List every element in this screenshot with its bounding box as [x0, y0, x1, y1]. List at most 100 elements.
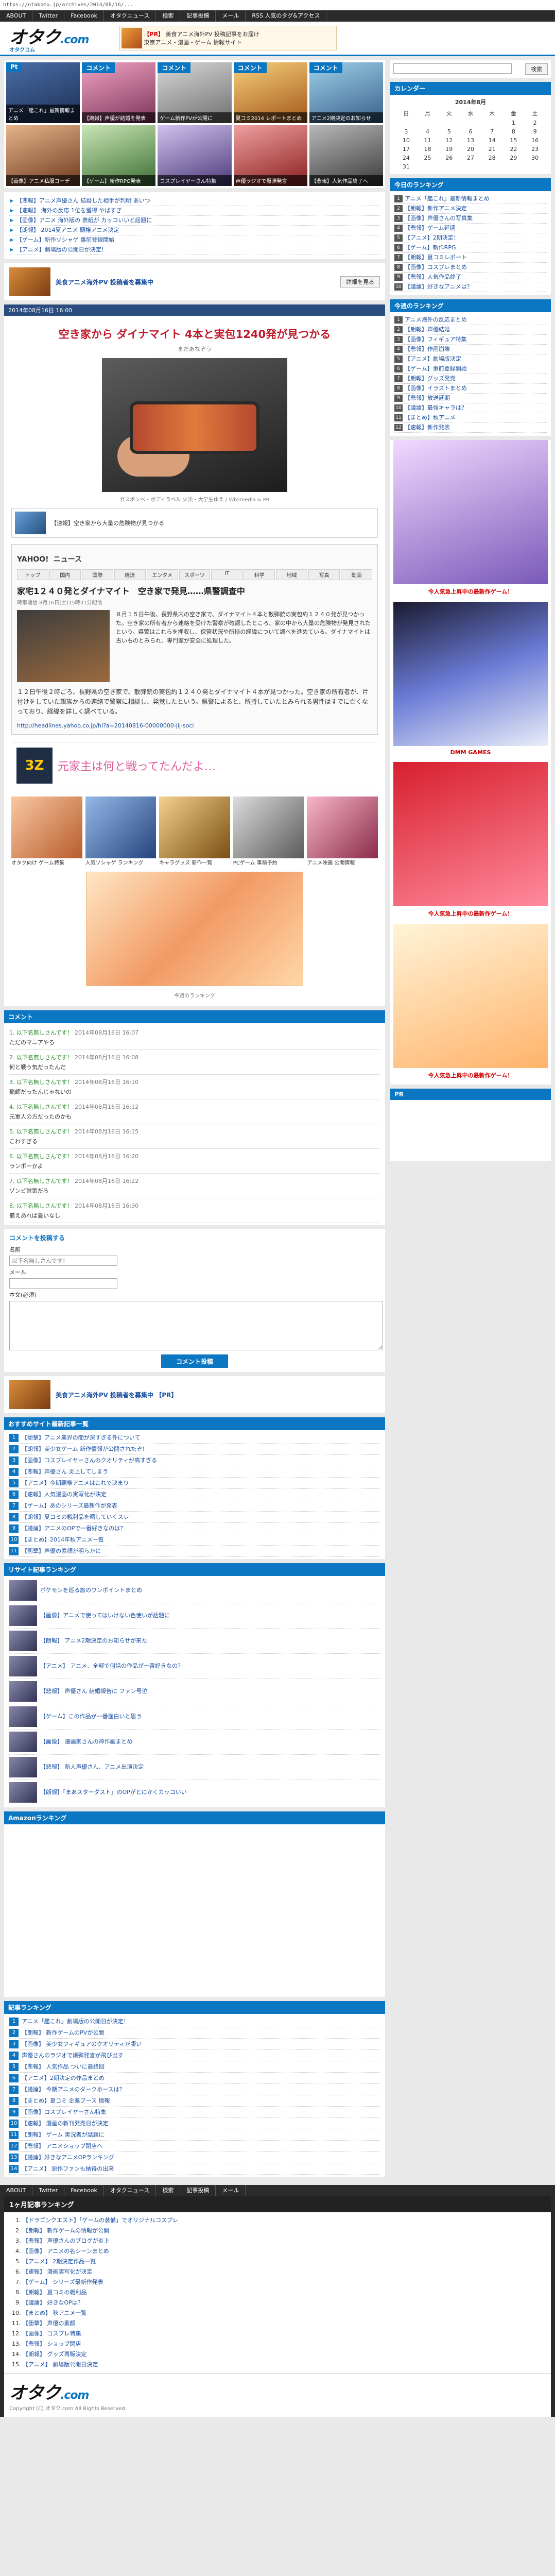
- side-rank-item[interactable]: 9 【悲報】放送延期: [394, 394, 547, 403]
- search-input[interactable]: [393, 63, 512, 74]
- list-item[interactable]: 【悲報】 声優さん 結婚報告に ファン号泣: [9, 1679, 380, 1704]
- side-rank-item[interactable]: 4 【悲報】作画崩壊: [394, 345, 547, 354]
- list-item[interactable]: 2 【朗報】 新作ゲームのPVが公開: [9, 2027, 380, 2039]
- list-item[interactable]: 5 【アニメ】今期覇権アニメはこれで決まり: [9, 1478, 380, 1489]
- list-item[interactable]: 【悲報】 ショップ閉店: [23, 2339, 546, 2349]
- side-rank-item[interactable]: 3 【画像】フィギュア特集: [394, 335, 547, 345]
- promo-link[interactable]: 美食アニメ海外PV 投稿者を募集中: [56, 278, 153, 286]
- list-item[interactable]: 【ゲーム】この作品が一番面白いと思う: [9, 1704, 380, 1730]
- list-item[interactable]: 【衝撃】 声優の素顔: [23, 2318, 546, 2329]
- top-link[interactable]: 【速報】 海外の反応 1位を獲得 やばすぎ: [9, 206, 380, 216]
- side-rank-item[interactable]: 2 【朗報】声優結婚: [394, 325, 547, 335]
- promo-link[interactable]: 美食アニメ海外PV 投稿者を募集中 【PR】: [56, 1391, 177, 1399]
- list-item[interactable]: 【アニメ】 劇場版公開日決定: [23, 2360, 546, 2370]
- list-item[interactable]: 10 【速報】 漫画の新刊発売日が決定: [9, 2118, 380, 2129]
- ad-item[interactable]: オタク向け ゲーム特集: [11, 796, 82, 867]
- list-item[interactable]: 7 【議論】 今期アニメのダークホースは？: [9, 2084, 380, 2095]
- related-article[interactable]: 【速報】空き家から大量の危険物が見つかる: [11, 508, 378, 538]
- footer-logo[interactable]: オタク.com: [9, 2379, 546, 2404]
- list-item[interactable]: 【朗報】 新作ゲームの情報が公開: [23, 2226, 546, 2236]
- top-link[interactable]: 【アニメ】劇場版の公開日が決定！: [9, 245, 380, 255]
- list-item[interactable]: 3 【画像】 美少女フィギュアのクオリティが凄い: [9, 2039, 380, 2050]
- side-ad[interactable]: [393, 924, 548, 1068]
- side-rank-item[interactable]: 6 【ゲーム】新作RPG: [394, 243, 547, 253]
- side-rank-item[interactable]: 12 【速報】新作発表: [394, 423, 547, 433]
- featured-tile[interactable]: コメント 【朗報】声優が結婚を発表: [82, 62, 156, 123]
- list-item[interactable]: 11 【朗報】 ゲーム 実況者が話題に: [9, 2129, 380, 2141]
- list-item[interactable]: 7 【ゲーム】あのシリーズ最新作が発表: [9, 1500, 380, 1512]
- banner-ad[interactable]: [86, 872, 303, 986]
- featured-tile[interactable]: コスプレイヤーさん特集: [158, 125, 232, 186]
- nav-mail[interactable]: メール: [216, 10, 246, 22]
- featured-tile[interactable]: 【画像】アニメ私服コーデ: [6, 125, 80, 186]
- list-item[interactable]: 【朗報】 夏コミの戦利品: [23, 2287, 546, 2298]
- list-item[interactable]: 9 【議論】アニメのOPで一番好きなのは？: [9, 1523, 380, 1534]
- list-item[interactable]: 1 アニメ「艦これ」劇場版の公開日が決定！: [9, 2016, 380, 2027]
- side-rank-item[interactable]: 11 【まとめ】秋アニメ: [394, 413, 547, 423]
- list-item[interactable]: 6 【速報】人気漫画の実写化が決定: [9, 1489, 380, 1500]
- list-item[interactable]: 【朗報】 アニメ2期決定のお知らせが来た: [9, 1629, 380, 1654]
- list-item[interactable]: 9 【画像】コスプレイヤーさん特集: [9, 2107, 380, 2118]
- side-rank-item[interactable]: 9 【悲報】人気作品終了: [394, 273, 547, 282]
- nav-search[interactable]: 検索: [156, 10, 181, 22]
- list-item[interactable]: 【悲報】 声優さんのブログが炎上: [23, 2236, 546, 2246]
- nav-post[interactable]: 記事投稿: [180, 2185, 216, 2196]
- list-item[interactable]: 11 【衝撃】声優の素顔が明らかに: [9, 1546, 380, 1557]
- list-item[interactable]: 4 声優さんのラジオで爆弾発言が飛び出す: [9, 2050, 380, 2061]
- header-banner[interactable]: 【PR】 美食アニメ海外PV 投稿記事をお届け 東京アニメ・漫画・ゲーム 情報サイ…: [119, 26, 337, 50]
- side-rank-item[interactable]: 5 【アニメ】2期決定！: [394, 233, 547, 243]
- side-rank-item[interactable]: 2 【朗報】新作アニメ決定: [394, 204, 547, 214]
- featured-tile[interactable]: コメント アニメ2期決定のお知らせ: [309, 62, 383, 123]
- list-item[interactable]: 【アニメ】 2期決定作品一覧: [23, 2257, 546, 2267]
- featured-tile[interactable]: コメント ゲーム新作PVが公開に: [158, 62, 232, 123]
- list-item[interactable]: 【ゲーム】 シリーズ最新作発表: [23, 2277, 546, 2287]
- list-item[interactable]: 【画像】アニメで使ってはいけない色使いが話題に: [9, 1603, 380, 1629]
- site-logo[interactable]: オタク.com オタクコム: [9, 23, 89, 53]
- side-rank-item[interactable]: 10 【議論】最強キャラは？: [394, 403, 547, 413]
- side-rank-item[interactable]: 8 【画像】イラストまとめ: [394, 384, 547, 394]
- list-item[interactable]: 【朗報】 グッズ再販決定: [23, 2349, 546, 2360]
- top-link[interactable]: 【画像】アニメ 海外版の 表紙が カッコいいと話題に: [9, 216, 380, 226]
- list-item[interactable]: 13 【議論】好きなアニメOPランキング: [9, 2152, 380, 2163]
- comment-body-input[interactable]: [9, 1301, 383, 1350]
- search-button[interactable]: 検索: [525, 63, 548, 75]
- nav-post[interactable]: 記事投稿: [180, 10, 216, 22]
- nav-mail[interactable]: メール: [216, 2185, 246, 2196]
- promo-image[interactable]: [9, 1380, 50, 1409]
- nav-twitter[interactable]: Twitter: [32, 10, 65, 22]
- list-item[interactable]: 4 【悲報】声優さん 炎上してしまう: [9, 1466, 380, 1478]
- list-item[interactable]: 【画像】 漫画家さんの神作画まとめ: [9, 1730, 380, 1755]
- list-item[interactable]: 1 【衝撃】アニメ業界の闇が深すぎる件について: [9, 1432, 380, 1444]
- list-item[interactable]: 10 【まとめ】2014年秋アニメ一覧: [9, 1534, 380, 1546]
- nav-news[interactable]: オタクニュース: [104, 2185, 157, 2196]
- name-input[interactable]: [9, 1256, 117, 1266]
- side-rank-item[interactable]: 10 【議論】好きなアニメは？: [394, 282, 547, 292]
- nav-news[interactable]: オタクニュース: [104, 10, 157, 22]
- featured-tile[interactable]: 【ゲーム】新作RPG発表: [82, 125, 156, 186]
- nav-search[interactable]: 検索: [156, 2185, 181, 2196]
- side-rank-item[interactable]: 5 【アニメ】劇場版決定: [394, 354, 547, 364]
- url-bar[interactable]: https://otakomu.jp/archives/2014/08/16/.…: [0, 0, 555, 10]
- nav-about[interactable]: ABOUT: [0, 10, 33, 22]
- side-rank-item[interactable]: 1 アニメ「艦これ」最新情報まとめ: [394, 194, 547, 204]
- mail-input[interactable]: [9, 1278, 117, 1289]
- top-link[interactable]: 【ゲーム】新作ソシャゲ 事前登録開始: [9, 235, 380, 245]
- side-rank-item[interactable]: 8 【画像】コスプレまとめ: [394, 263, 547, 273]
- list-item[interactable]: 8 【まとめ】夏コミ 企業ブース 情報: [9, 2095, 380, 2107]
- side-ad[interactable]: [393, 762, 548, 906]
- nav-facebook[interactable]: Facebook: [64, 2185, 104, 2196]
- list-item[interactable]: 【アニメ】 アニメ、全部で何話の作品が一番好きなの？: [9, 1654, 380, 1679]
- side-rank-item[interactable]: 7 【朗報】夏コミレポート: [394, 253, 547, 263]
- nav-twitter[interactable]: Twitter: [32, 2185, 65, 2196]
- promo-button[interactable]: 詳細を見る: [340, 276, 380, 287]
- ad-item[interactable]: PCゲーム 事前予約: [233, 796, 304, 867]
- top-link[interactable]: 【悲報】アニメ声優さん 結婚した相手が判明 あいつ: [9, 196, 380, 206]
- side-rank-item[interactable]: 4 【悲報】ゲーム延期: [394, 224, 547, 233]
- side-rank-item[interactable]: 3 【画像】声優さんの写真集: [394, 214, 547, 224]
- list-item[interactable]: 2 【朗報】美少女ゲーム 新作情報が公開されたぞ！: [9, 1444, 380, 1455]
- nav-rss[interactable]: RSS 人気のタグ&アクセス: [246, 10, 327, 22]
- list-item[interactable]: 【ドラゴンクエスト】「ゲームの装備」でオリジナルコスプレ: [23, 2215, 546, 2226]
- list-item[interactable]: 6 【アニメ】2期決定の作品まとめ: [9, 2073, 380, 2084]
- list-item[interactable]: 【議論】 好きなOPは？: [23, 2298, 546, 2308]
- list-item[interactable]: 【画像】 コスプレ特集: [23, 2329, 546, 2339]
